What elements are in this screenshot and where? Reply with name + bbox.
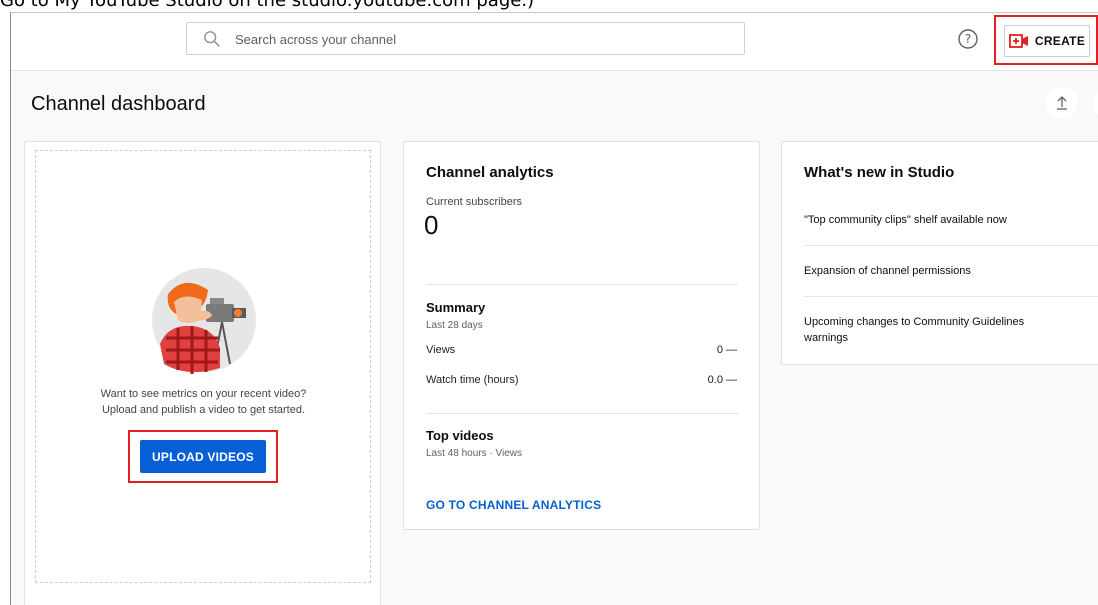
go-to-analytics-link[interactable]: GO TO CHANNEL ANALYTICS — [426, 498, 601, 512]
svg-text:?: ? — [965, 32, 971, 46]
news-item[interactable]: Expansion of channel permissions — [804, 263, 1054, 279]
views-value: 0 — — [716, 344, 737, 356]
summary-title: Summary — [426, 300, 486, 315]
summary-period: Last 28 days — [426, 320, 483, 331]
create-label: CREATE — [1034, 34, 1086, 48]
help-icon[interactable]: ? — [957, 28, 979, 50]
watch-time-label: Watch time (hours) — [426, 374, 519, 386]
upload-shortcut-button[interactable] — [1046, 87, 1078, 119]
subscribers-label: Current subscribers — [426, 196, 522, 208]
divider — [804, 245, 1098, 246]
whats-new-title: What's new in Studio — [804, 164, 955, 181]
divider — [426, 413, 738, 414]
top-videos-title: Top videos — [426, 428, 494, 443]
upload-prompt: Want to see metrics on your recent video… — [25, 386, 382, 418]
upload-card: Want to see metrics on your recent video… — [24, 141, 381, 605]
top-videos-period: Last 48 hours · Views — [426, 448, 522, 459]
create-highlight: CREATE — [994, 15, 1098, 65]
divider — [804, 296, 1098, 297]
news-item[interactable]: Upcoming changes to Community Guidelines… — [804, 314, 1054, 346]
watch-time-value: 0.0 — — [707, 374, 737, 386]
subscribers-count: 0 — [424, 210, 439, 240]
studio-window: Search across your channel ? CREATE Chan… — [10, 12, 1098, 605]
upload-prompt-line2: Upload and publish a video to get starte… — [101, 404, 306, 416]
upload-prompt-line1: Want to see metrics on your recent video… — [100, 388, 307, 400]
create-video-icon — [1008, 34, 1028, 48]
search-placeholder: Search across your channel — [235, 32, 397, 47]
search-icon — [204, 31, 220, 47]
page-title: Channel dashboard — [31, 93, 206, 115]
upload-videos-button[interactable]: UPLOAD VIDEOS — [140, 440, 266, 473]
search-input[interactable]: Search across your channel — [186, 22, 745, 55]
caption-text: Go to My YouTube Studio on the studio.yo… — [0, 0, 535, 11]
upload-highlight: UPLOAD VIDEOS — [128, 430, 278, 483]
whats-new-card: What's new in Studio "Top community clip… — [781, 141, 1098, 365]
create-button[interactable]: CREATE — [1004, 25, 1090, 57]
upload-arrow-icon — [1057, 96, 1067, 110]
more-options-button[interactable] — [1093, 87, 1098, 119]
channel-analytics-card: Channel analytics Current subscribers 0 … — [403, 141, 760, 530]
top-header: Search across your channel ? CREATE — [11, 13, 1098, 71]
news-item[interactable]: "Top community clips" shelf available no… — [804, 212, 1054, 228]
views-label: Views — [426, 344, 456, 356]
divider — [426, 284, 738, 285]
analytics-title: Channel analytics — [426, 164, 554, 181]
cameraman-illustration — [152, 268, 256, 374]
